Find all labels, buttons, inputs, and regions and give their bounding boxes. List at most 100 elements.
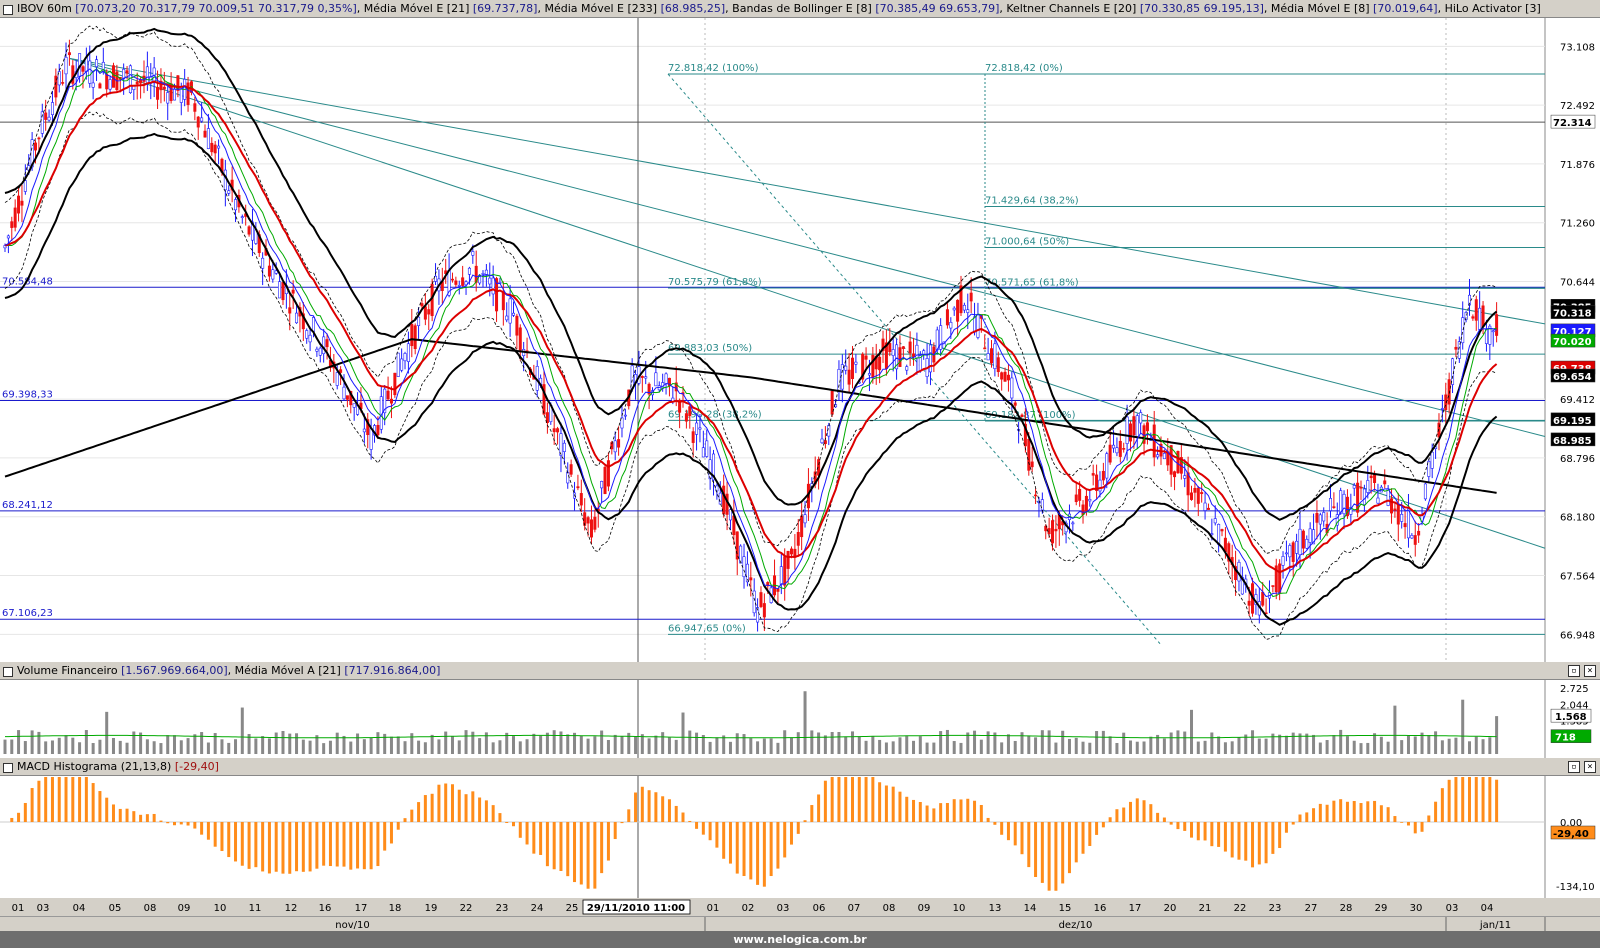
panel-icon[interactable] (3, 762, 13, 773)
candle-body (840, 364, 844, 390)
macd-bar (1461, 777, 1465, 822)
keltner-value: [70.330,85 69.195,13] (1139, 2, 1264, 15)
close-button[interactable]: × (1584, 665, 1596, 677)
macd-bar (837, 777, 841, 822)
volume-bar (342, 735, 346, 754)
volume-bar (905, 736, 909, 754)
macd-bar (979, 804, 983, 822)
candle-body (603, 466, 607, 495)
volume-bar (23, 741, 27, 754)
macd-value: [-29,40] (174, 760, 219, 773)
candle-body (403, 353, 407, 362)
close-button[interactable]: × (1584, 761, 1596, 773)
candle-body (318, 347, 322, 356)
candle-body (261, 257, 265, 269)
panel-icon[interactable] (3, 666, 13, 677)
volume-bar (796, 732, 800, 754)
candle-body (722, 485, 726, 515)
candle-body (779, 566, 783, 585)
volume-bar (1413, 736, 1417, 754)
candle-body (1183, 475, 1187, 479)
volume-bar (525, 739, 529, 754)
candle-body (457, 285, 461, 287)
macd-bar (1074, 822, 1078, 863)
macd-bar (552, 822, 556, 870)
candle-body (413, 325, 417, 350)
macd-bar (322, 822, 326, 866)
price-chart[interactable]: 73.108 72.492 71.876 71.260 70.644 69.412 68.7… (0, 18, 1600, 662)
candle-body (1040, 499, 1044, 511)
volume-tag-label: 718 (1555, 733, 1576, 744)
macd-bar (410, 809, 414, 822)
macd-bar (884, 785, 888, 822)
volume-bar (1135, 741, 1139, 754)
volume-bar (1366, 742, 1370, 754)
fib-left-label: 72.818,42 (100%) (668, 63, 759, 74)
volume-bar (267, 738, 271, 754)
price-tag-label: 70.020 (1553, 337, 1592, 348)
macd-bar (1135, 798, 1139, 822)
candle-body (166, 92, 170, 104)
macd-bar (471, 791, 475, 822)
candle-body (1454, 346, 1458, 350)
macd-bar (240, 822, 244, 866)
macd-chart[interactable]: 0.00 -134,10 -29,40 (0, 776, 1600, 898)
candle-body (1261, 591, 1265, 606)
volume-bar (44, 741, 48, 754)
candle-body (949, 321, 953, 329)
fib-right-label: 71.000,64 (50%) (985, 236, 1069, 247)
macd-bar (1081, 822, 1085, 854)
macd-bar (1325, 804, 1329, 822)
volume-bar (844, 736, 848, 754)
date-tick-label: 19 (425, 903, 438, 914)
volume-value: [1.567.969.664,00] (121, 664, 228, 677)
volume-bar (830, 732, 834, 754)
macd-chart-canvas[interactable]: 0.00-134,10-29,40 (0, 776, 1600, 898)
volume-chart[interactable]: 2.7252.0441.3851.568718 (0, 680, 1600, 758)
candle-body (854, 361, 858, 365)
candle-body (156, 86, 160, 100)
candle-body (515, 315, 519, 336)
macd-bar (735, 822, 739, 874)
panel-icon[interactable] (3, 4, 13, 15)
macd-bar (681, 812, 685, 822)
volume-bar (1013, 740, 1017, 754)
horizontal-line-label: 67.106,23 (2, 608, 53, 619)
candle-body (1128, 423, 1132, 442)
candle-body (1101, 470, 1105, 481)
macd-bar (145, 814, 149, 822)
macd-bar (918, 801, 922, 822)
volume-bar (444, 731, 448, 754)
month-axis[interactable]: nov/10 dez/10 jan/11 (0, 916, 1600, 932)
fib-left-label: 70.575,79 (61,8%) (668, 277, 762, 288)
month-label: jan/11 (1479, 920, 1511, 931)
candle-body (867, 373, 871, 376)
restore-button[interactable]: ▫ (1568, 761, 1580, 773)
date-tick-label: 09 (178, 903, 191, 914)
volume-chart-canvas[interactable]: 2.7252.0441.3851.568718 (0, 680, 1600, 758)
date-axis[interactable]: 01 03 04 05 08 09 10 11 12 16 17 18 19 22 23 24 25 01 02 03… (0, 898, 1600, 916)
macd-bar (179, 822, 183, 825)
candle-body (1481, 305, 1485, 328)
volume-bar (1095, 731, 1099, 754)
candle-body (1478, 307, 1482, 330)
macd-bar (1440, 788, 1444, 822)
macd-bar (186, 822, 190, 826)
volume-bar (932, 742, 936, 754)
date-tick-label: 08 (144, 903, 157, 914)
price-chart-canvas[interactable]: 73.108 72.492 71.876 71.260 70.644 69.412 68.7… (0, 18, 1600, 662)
date-tick-label: 04 (1481, 903, 1494, 914)
macd-bar (1190, 822, 1194, 838)
macd-bar (267, 822, 271, 874)
restore-button[interactable]: ▫ (1568, 665, 1580, 677)
volume-bar (1325, 740, 1329, 754)
macd-bar (1156, 812, 1160, 822)
volume-bar (1176, 730, 1180, 754)
volume-bar (362, 739, 366, 754)
month-label: dez/10 (1059, 920, 1093, 931)
candle-body (864, 355, 868, 360)
volume-bar (234, 739, 238, 754)
candle-body (851, 357, 855, 379)
macd-bar (1237, 822, 1241, 860)
candle-body (1400, 513, 1404, 522)
